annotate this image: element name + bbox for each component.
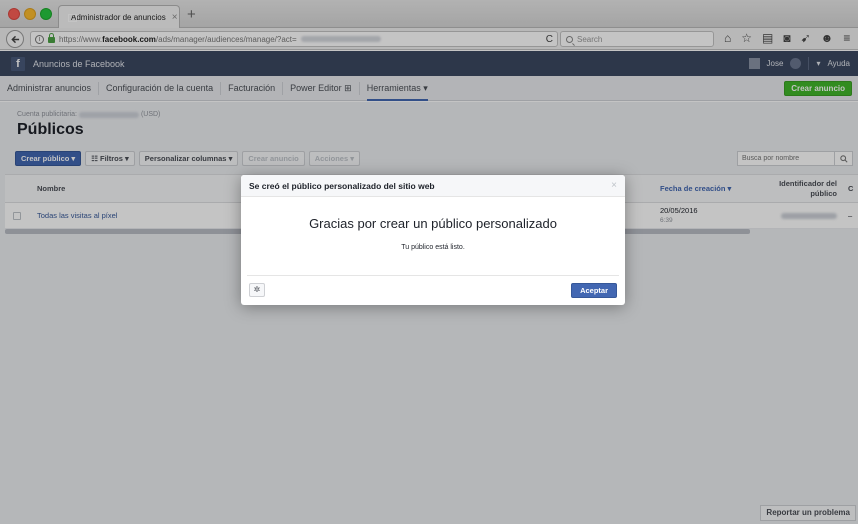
dialog-heading: Gracias por crear un público personaliza… [309, 216, 557, 231]
close-icon[interactable]: × [611, 180, 617, 191]
dialog-header: Se creó el público personalizado del sit… [241, 175, 625, 197]
audience-created-dialog: Se creó el público personalizado del sit… [241, 175, 625, 305]
accept-button[interactable]: Aceptar [571, 283, 617, 298]
gear-icon[interactable]: ✲ [249, 283, 265, 297]
dialog-footer: ✲ Aceptar [247, 275, 619, 305]
dialog-title: Se creó el público personalizado del sit… [249, 180, 435, 191]
dialog-subtext: Tu público está listo. [401, 244, 465, 251]
